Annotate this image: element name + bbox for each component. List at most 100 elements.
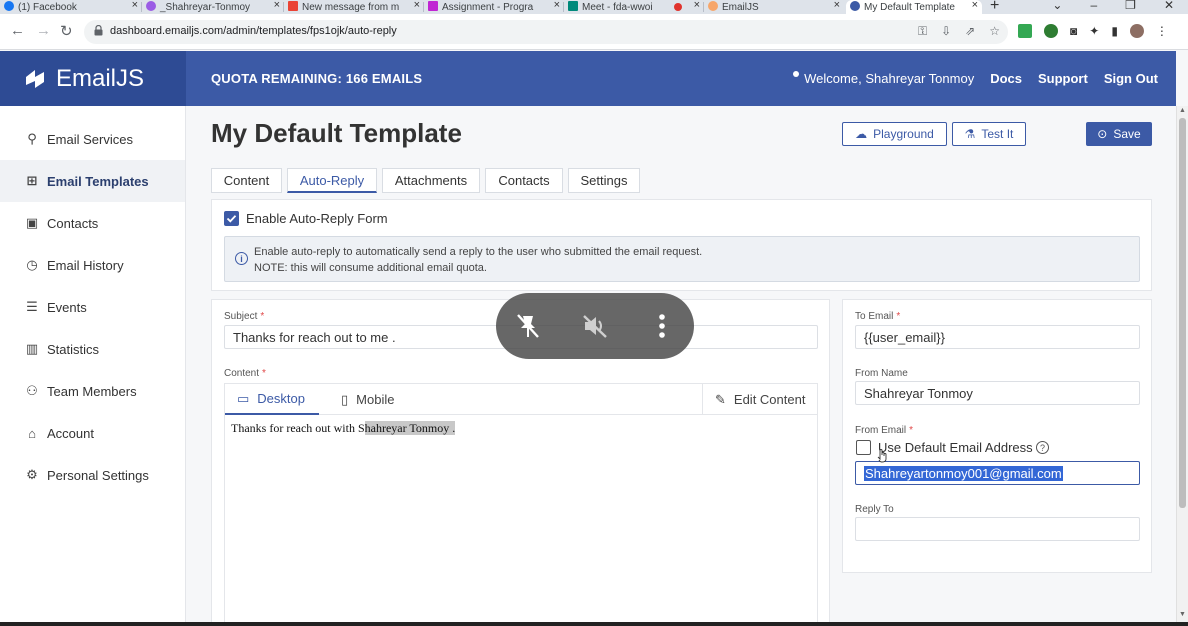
browser-tab[interactable]: Meet - fda-wwoi × <box>564 0 704 14</box>
new-tab-icon[interactable]: + <box>990 0 999 14</box>
share-icon[interactable]: ⇗ <box>965 24 975 39</box>
browser-tab-active[interactable]: My Default Template × <box>846 0 982 14</box>
auto-reply-panel: Enable Auto-Reply Form i Enable auto-rep… <box>211 199 1152 291</box>
tab-attachments[interactable]: Attachments <box>382 168 480 193</box>
sidebar-item-label: Account <box>47 425 94 441</box>
sidebar-item-email-history[interactable]: ◷ Email History <box>0 244 185 286</box>
minimize-icon[interactable]: – <box>1090 0 1097 12</box>
browser-tab-label: Meet - fda-wwoi <box>582 1 653 13</box>
support-link[interactable]: Support <box>1038 71 1088 86</box>
phone-icon: ▯ <box>341 391 349 407</box>
templates-icon: ⊞ <box>26 173 38 188</box>
docs-link[interactable]: Docs <box>990 71 1022 86</box>
history-icon: ◷ <box>26 257 38 272</box>
close-window-icon[interactable]: ✕ <box>1164 0 1174 12</box>
url-field[interactable]: dashboard.emailjs.com/admin/templates/fp… <box>84 20 1008 44</box>
subject-label: Subject * <box>224 311 265 322</box>
save-button[interactable]: ⊙ Save <box>1086 122 1152 146</box>
scroll-up-icon[interactable]: ▲ <box>1179 107 1186 114</box>
emailjs-logo-icon <box>26 69 44 88</box>
user-name: Shahreyar Tonmoy <box>865 71 975 86</box>
browser-tab[interactable]: EmailJS × <box>704 0 844 14</box>
browser-tab[interactable]: New message from m × <box>284 0 424 14</box>
info-icon: i <box>235 252 248 265</box>
sign-out-link[interactable]: Sign Out <box>1104 71 1158 86</box>
tab-auto-reply[interactable]: Auto-Reply <box>287 168 377 193</box>
emailjs-tab-icon <box>708 1 718 11</box>
tab-desktop[interactable]: ▭ Desktop <box>225 384 319 415</box>
sidebar-item-label: Events <box>47 299 87 315</box>
sidepanel-icon[interactable]: ▮ <box>1111 24 1118 38</box>
reload-icon[interactable]: ↻ <box>60 22 73 40</box>
scroll-down-icon[interactable]: ▼ <box>1179 611 1186 618</box>
extension-icon[interactable] <box>1018 24 1032 38</box>
browser-tab[interactable]: Assignment - Progra × <box>424 0 564 14</box>
browser-tab[interactable]: (1) Facebook × <box>0 0 142 14</box>
mute-icon[interactable] <box>579 310 611 342</box>
playground-button[interactable]: ☁ Playground <box>842 122 947 146</box>
lock-icon <box>94 25 103 36</box>
sidebar-item-email-services[interactable]: ⚲ Email Services <box>0 118 185 160</box>
close-icon[interactable]: × <box>972 0 978 11</box>
tab-content[interactable]: Content <box>211 168 282 193</box>
sidebar: ⚲ Email Services ⊞ Email Templates ▣ Con… <box>0 106 186 626</box>
back-icon[interactable]: ← <box>10 22 25 39</box>
forward-icon[interactable]: → <box>36 22 51 39</box>
gmail-icon <box>288 1 298 11</box>
close-icon[interactable]: × <box>694 0 700 11</box>
camera-icon[interactable]: ◙ <box>1070 24 1077 38</box>
sidebar-item-label: Personal Settings <box>47 467 149 483</box>
content-body[interactable]: Thanks for reach out with Shahreyar Tonm… <box>231 421 456 436</box>
close-icon[interactable]: × <box>274 0 280 11</box>
to-email-input[interactable]: {{user_email}} <box>855 325 1140 349</box>
app-header: EmailJS QUOTA REMAINING: 166 EMAILS Welc… <box>0 51 1176 106</box>
sidebar-item-statistics[interactable]: ▥ Statistics <box>0 328 185 370</box>
close-icon[interactable]: × <box>554 0 560 11</box>
test-it-button[interactable]: ⚗ Test It <box>952 122 1026 146</box>
tab-search-icon[interactable]: ⌄ <box>1052 0 1062 12</box>
sidebar-item-label: Email Templates <box>47 173 149 189</box>
install-icon[interactable]: ⇩ <box>941 24 951 39</box>
help-icon[interactable]: ? <box>1036 441 1049 454</box>
enable-auto-reply-checkbox[interactable] <box>224 211 239 226</box>
more-options-icon[interactable] <box>646 310 678 342</box>
close-icon[interactable]: × <box>132 0 138 11</box>
sidebar-item-account[interactable]: ⌂ Account <box>0 412 185 454</box>
plug-icon: ⚲ <box>27 131 37 146</box>
from-name-input[interactable]: Shahreyar Tonmoy <box>855 381 1140 405</box>
default-email-checkbox[interactable] <box>856 440 871 455</box>
extension-icon[interactable] <box>1044 24 1058 38</box>
scrollbar-thumb[interactable] <box>1179 118 1186 508</box>
edit-content-button[interactable]: ✎ Edit Content <box>715 384 805 415</box>
sidebar-item-email-templates[interactable]: ⊞ Email Templates <box>0 160 185 202</box>
site-icon <box>146 1 156 11</box>
tab-settings[interactable]: Settings <box>568 168 640 193</box>
enable-auto-reply-label: Enable Auto-Reply Form <box>246 211 388 226</box>
page-scrollbar[interactable]: ▲ ▼ <box>1176 106 1188 626</box>
from-email-input[interactable]: Shahreyartonmoy001@gmail.com <box>855 461 1140 485</box>
browser-tab[interactable]: _Shahreyar-Tonmoy × <box>142 0 284 14</box>
sidebar-item-events[interactable]: ☰ Events <box>0 286 185 328</box>
logo[interactable]: EmailJS <box>0 51 186 106</box>
reply-to-input[interactable] <box>855 517 1140 541</box>
logo-text: EmailJS <box>56 64 145 92</box>
bookmark-star-icon[interactable]: ☆ <box>989 24 1000 39</box>
quota-text: QUOTA REMAINING: 166 EMAILS <box>211 71 423 86</box>
sidebar-item-personal-settings[interactable]: ⚙ Personal Settings <box>0 454 185 496</box>
media-controls-overlay <box>496 293 694 359</box>
sidebar-item-contacts[interactable]: ▣ Contacts <box>0 202 185 244</box>
close-icon[interactable]: × <box>414 0 420 11</box>
browser-tab-label: _Shahreyar-Tonmoy <box>160 1 251 13</box>
sidebar-item-team-members[interactable]: ⚇ Team Members <box>0 370 185 412</box>
unpin-icon[interactable] <box>512 310 544 342</box>
tab-mobile[interactable]: ▯ Mobile <box>341 384 394 415</box>
key-icon[interactable]: ⚿ <box>918 24 927 39</box>
profile-avatar[interactable] <box>1129 24 1144 38</box>
tab-contacts[interactable]: Contacts <box>485 168 563 193</box>
restore-icon[interactable]: ❐ <box>1125 0 1136 12</box>
close-icon[interactable]: × <box>834 0 840 11</box>
address-bar: ← → ↻ dashboard.emailjs.com/admin/templa… <box>0 14 1188 50</box>
menu-dots-icon[interactable]: ⋮ <box>1156 24 1168 38</box>
contacts-icon: ▣ <box>25 215 39 230</box>
puzzle-icon[interactable]: ✦ <box>1089 24 1099 38</box>
